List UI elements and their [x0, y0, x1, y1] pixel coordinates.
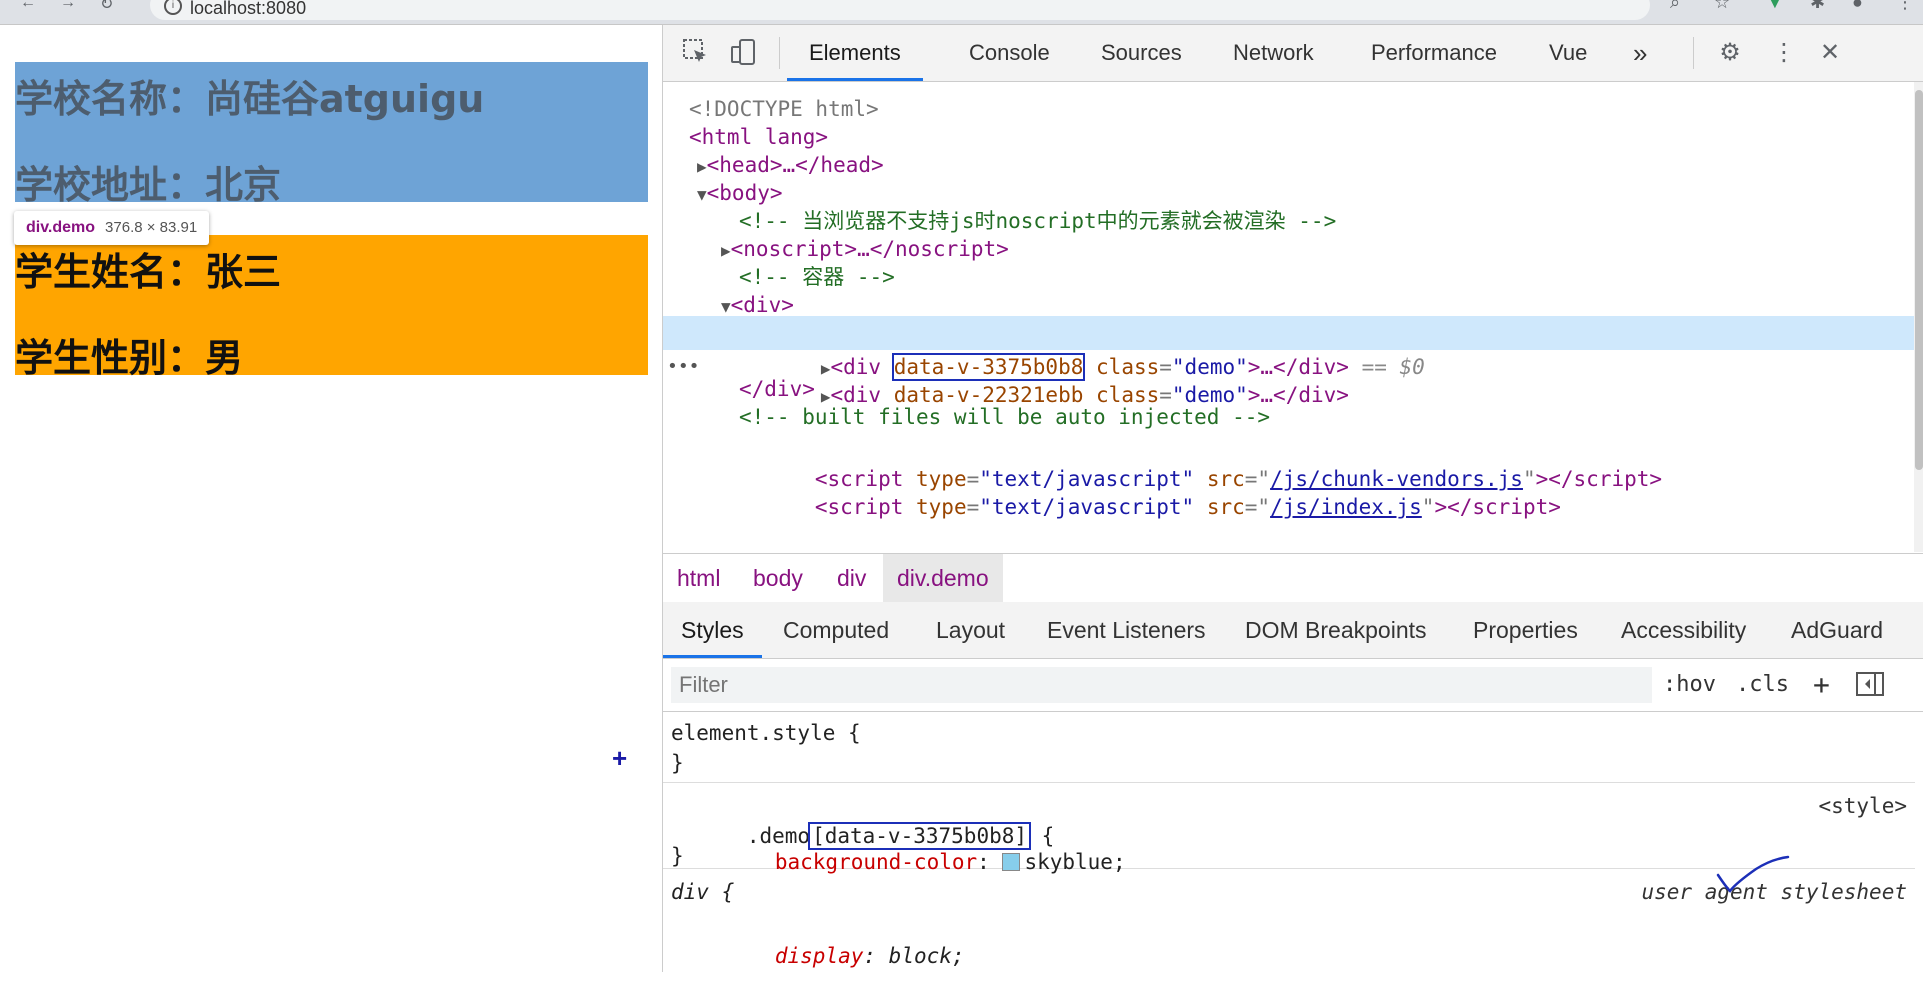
zoom-icon[interactable]: ⌕: [1670, 0, 1680, 13]
rule-source-link[interactable]: <style>: [1818, 791, 1907, 821]
doctype-text: <!DOCTYPE html>: [689, 97, 879, 121]
tab-console[interactable]: Console: [969, 25, 1050, 81]
info-icon[interactable]: i: [164, 0, 182, 15]
toolbar-divider: [779, 37, 780, 69]
tab-accessibility[interactable]: Accessibility: [1621, 602, 1746, 658]
more-tabs-button[interactable]: »: [1633, 25, 1647, 81]
dom-line-script[interactable]: <script type="text/javascript" src="/js/…: [663, 456, 1915, 519]
ua-selector[interactable]: div {: [671, 877, 734, 907]
url-text: localhost:8080: [190, 0, 307, 18]
noscript-comment: <!-- 当浏览器不支持js时noscript中的元素就会被渲染 -->: [739, 209, 1337, 233]
tab-vue[interactable]: Vue: [1549, 25, 1587, 81]
collapse-triangle-icon[interactable]: ▼: [721, 297, 731, 316]
body-tag: <body>: [706, 181, 783, 205]
html-tag: <html lang>: [689, 125, 829, 149]
tab-dom-breakpoints[interactable]: DOM Breakpoints: [1245, 602, 1427, 658]
noscript-tag: <noscript>…</noscript>: [730, 237, 1009, 261]
vue-devtools-icon[interactable]: ▼: [1766, 0, 1784, 13]
cls-toggle[interactable]: .cls: [1736, 667, 1789, 703]
school-address: 学校地址：北京: [15, 163, 282, 207]
breadcrumb-div[interactable]: div: [837, 554, 866, 602]
student-gender: 学生性别：男: [15, 336, 244, 380]
inspect-element-icon[interactable]: [681, 38, 711, 68]
scrollbar-thumb[interactable]: [1915, 90, 1923, 470]
browser-toolbar: ← → ↻ i localhost:8080 ⌕ ☆ ▼ ✱ ● ⋮: [0, 0, 1923, 25]
tab-event-listeners[interactable]: Event Listeners: [1047, 602, 1206, 658]
tooltip-tag: div.demo: [26, 219, 96, 236]
tab-computed[interactable]: Computed: [783, 602, 889, 658]
school-demo-block: 学校名称：尚硅谷atguigu 学校地址：北京: [15, 62, 648, 207]
bookmark-star-icon[interactable]: ☆: [1714, 0, 1730, 13]
rule-close-brace: }: [671, 751, 684, 775]
breadcrumb-body[interactable]: body: [753, 554, 803, 602]
extensions-icon[interactable]: ✱: [1810, 0, 1825, 13]
breadcrumb-html[interactable]: html: [677, 554, 720, 602]
filter-input[interactable]: [671, 667, 1652, 703]
hov-toggle[interactable]: :hov: [1663, 667, 1716, 703]
more-options-icon[interactable]: ⋮: [1769, 38, 1799, 68]
menu-icon[interactable]: ⋮: [1896, 0, 1914, 13]
rule-close-brace: }: [671, 844, 684, 868]
tab-performance[interactable]: Performance: [1371, 25, 1497, 81]
head-tag: <head>…</head>: [706, 153, 884, 177]
expand-triangle-icon[interactable]: ▶: [721, 241, 731, 260]
styles-panel-tabs: Styles Computed Layout Event Listeners D…: [663, 602, 1923, 659]
profile-avatar-icon[interactable]: ●: [1852, 0, 1863, 13]
tab-layout[interactable]: Layout: [936, 602, 1005, 658]
student-name: 学生姓名：张三: [15, 250, 282, 294]
plus-marker: +: [612, 743, 628, 773]
tab-adguard[interactable]: AdGuard: [1791, 602, 1883, 658]
div-tag: <div>: [730, 293, 794, 317]
student-demo-block: 学生姓名：张三 学生性别：男: [15, 235, 648, 380]
dom-scrollbar[interactable]: [1914, 82, 1923, 552]
devtools-panel: Elements Console Sources Network Perform…: [662, 25, 1923, 972]
tab-elements[interactable]: Elements: [787, 25, 923, 81]
breadcrumb-div-demo[interactable]: div.demo: [883, 554, 1003, 602]
back-icon[interactable]: ←: [20, 0, 36, 12]
new-style-rule-button[interactable]: +: [1813, 667, 1830, 703]
devtools-toolbar: Elements Console Sources Network Perform…: [663, 25, 1923, 82]
device-toolbar-icon[interactable]: [729, 38, 759, 68]
tab-styles[interactable]: Styles: [663, 602, 762, 658]
tooltip-dimensions: 376.8 × 83.91: [105, 219, 198, 236]
inspect-tooltip: div.demo 376.8 × 83.91: [14, 211, 210, 245]
script-type-value: "text/javascript": [979, 495, 1195, 519]
tab-network[interactable]: Network: [1233, 25, 1314, 81]
settings-gear-icon[interactable]: ⚙: [1715, 38, 1745, 68]
collapse-triangle-icon[interactable]: ▼: [697, 185, 707, 204]
school-name: 学校名称：尚硅谷atguigu: [15, 77, 485, 121]
reload-icon[interactable]: ↻: [100, 0, 113, 14]
dom-tree: <!DOCTYPE html> <html lang> ▶<head>…</he…: [663, 82, 1923, 552]
forward-icon[interactable]: →: [60, 0, 76, 12]
container-comment: <!-- 容器 -->: [739, 265, 895, 289]
element-style-selector[interactable]: element.style {: [671, 718, 861, 748]
tab-properties[interactable]: Properties: [1473, 602, 1578, 658]
script-src-link[interactable]: /js/index.js: [1270, 495, 1422, 519]
handwritten-checkmark: [1716, 855, 1790, 893]
breadcrumb: html body div div.demo: [663, 553, 1923, 603]
close-devtools-icon[interactable]: ✕: [1815, 38, 1845, 68]
css-property-name: display: [774, 944, 864, 968]
toggle-sidebar-icon[interactable]: [1855, 669, 1885, 705]
div-close-tag: </div>: [739, 377, 815, 401]
page-viewport: 学校名称：尚硅谷atguigu 学校地址：北京 学生姓名：张三 学生性别：男 d…: [0, 25, 662, 972]
address-bar[interactable]: i localhost:8080: [150, 0, 1650, 20]
toolbar-divider: [1693, 37, 1694, 69]
tab-sources[interactable]: Sources: [1101, 25, 1182, 81]
rule-element-style: element.style { }: [663, 712, 1915, 783]
css-property-value: block: [888, 944, 952, 968]
styles-filter-bar: :hov .cls +: [663, 659, 1923, 712]
built-files-comment: <!-- built files will be auto injected -…: [739, 405, 1271, 429]
expand-triangle-icon[interactable]: ▶: [697, 157, 707, 176]
